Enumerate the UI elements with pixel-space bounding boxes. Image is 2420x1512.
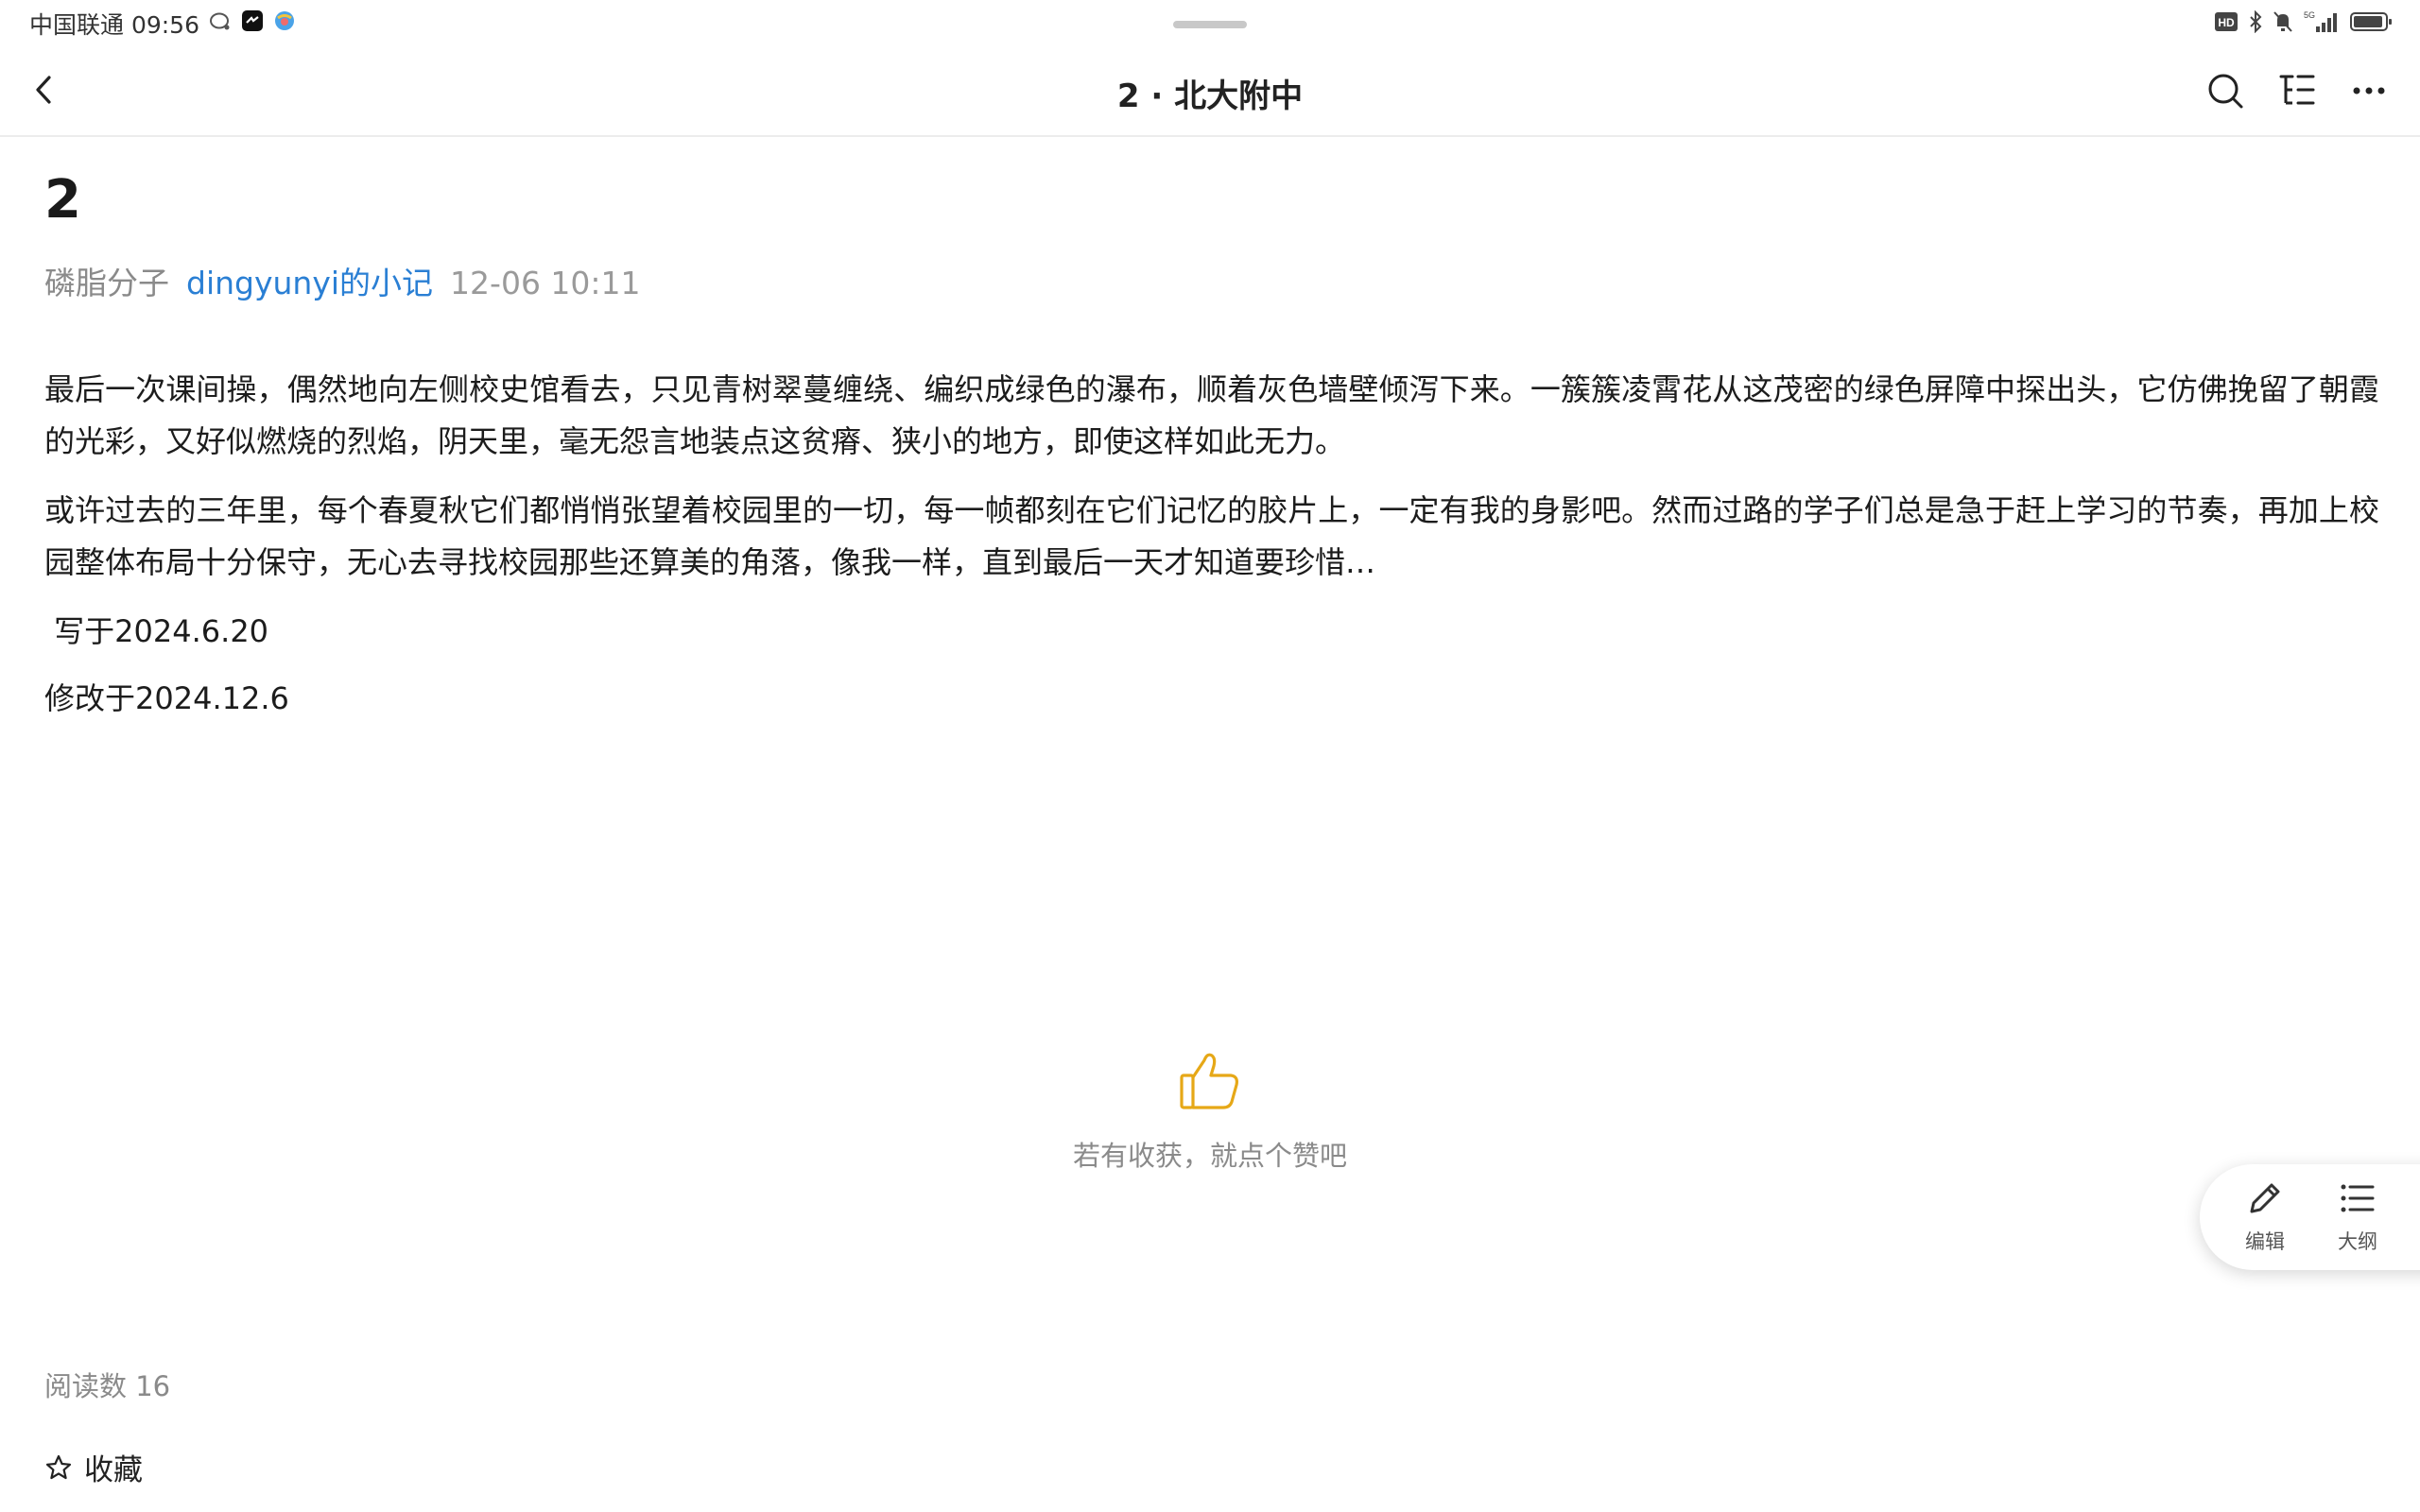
written-date: 写于2024.6.20: [44, 612, 269, 649]
search-button[interactable]: [2203, 66, 2248, 115]
modified-date: 修改于2024.12.6: [44, 679, 289, 716]
more-horizontal-icon: [2353, 87, 2385, 94]
bluetooth-icon: [2248, 9, 2263, 37]
star-icon: [45, 1454, 72, 1479]
battery-icon: [2350, 10, 2394, 37]
nav-actions: [2203, 66, 2392, 115]
like-area: 若有收获，就点个赞吧: [0, 1047, 2420, 1174]
article-category[interactable]: 磷脂分子: [44, 258, 169, 303]
signal-icon: 5G: [2303, 9, 2341, 38]
thumbs-up-icon: [1180, 1053, 1238, 1109]
svg-text:HD: HD: [2218, 16, 2235, 29]
message-icon: [209, 10, 232, 38]
favorite-button[interactable]: 收藏: [44, 1446, 143, 1488]
browser-icon: [273, 9, 296, 38]
like-button[interactable]: [1176, 1047, 1244, 1115]
search-icon: [2208, 74, 2243, 109]
page-title: 2 · 北大附中: [1116, 77, 1304, 115]
hd-icon: HD: [2214, 11, 2238, 36]
status-bar: 中国联通 09:56 HD 5G: [0, 0, 2420, 47]
article-paragraph: 最后一次课间操，偶然地向左侧校史馆看去，只见青树翠蔓缠绕、编织成绿色的瀑布，顺着…: [44, 370, 2379, 459]
floating-toolbar: 编辑 大纲: [2200, 1164, 2420, 1270]
pencil-icon: [2250, 1183, 2280, 1213]
app-notification-icon: [241, 9, 264, 38]
more-button[interactable]: [2346, 66, 2392, 115]
nav-bar: 2 · 北大附中: [0, 47, 2420, 137]
read-count: 阅读数 16: [44, 1370, 171, 1402]
article: 2 磷脂分子 dingyunyi的小记 12-06 10:11 最后一次课间操，…: [44, 135, 2379, 740]
outline-label: 大纲: [2338, 1230, 2377, 1253]
article-title: 2: [44, 169, 81, 231]
edit-label: 编辑: [2245, 1230, 2285, 1253]
article-paragraph: 或许过去的三年里，每个春夏秋它们都悄悄张望着校园里的一切，每一帧都刻在它们记忆的…: [44, 491, 2379, 580]
carrier-time: 中国联通 09:56: [29, 11, 199, 39]
edit-button[interactable]: 编辑: [2227, 1177, 2303, 1255]
list-icon: [2341, 1184, 2375, 1212]
article-meta: 磷脂分子 dingyunyi的小记 12-06 10:11: [44, 258, 2379, 303]
status-bar-left: 中国联通 09:56: [29, 8, 296, 40]
mute-bell-icon: [2273, 10, 2293, 37]
table-of-contents-button[interactable]: [2274, 66, 2320, 115]
like-caption: 若有收获，就点个赞吧: [1072, 1140, 1347, 1172]
status-bar-right: HD 5G: [2214, 9, 2394, 38]
favorite-label: 收藏: [84, 1453, 143, 1487]
svg-text:5G: 5G: [2304, 10, 2315, 20]
multitask-handle[interactable]: [1173, 21, 1247, 28]
article-author-link[interactable]: dingyunyi的小记: [186, 258, 433, 303]
article-time: 12-06 10:11: [450, 264, 641, 301]
article-body: 最后一次课间操，偶然地向左侧校史馆看去，只见青树翠蔓缠绕、编织成绿色的瀑布，顺着…: [44, 364, 2379, 725]
directory-tree-icon: [2279, 75, 2315, 105]
outline-button[interactable]: 大纲: [2320, 1177, 2395, 1255]
